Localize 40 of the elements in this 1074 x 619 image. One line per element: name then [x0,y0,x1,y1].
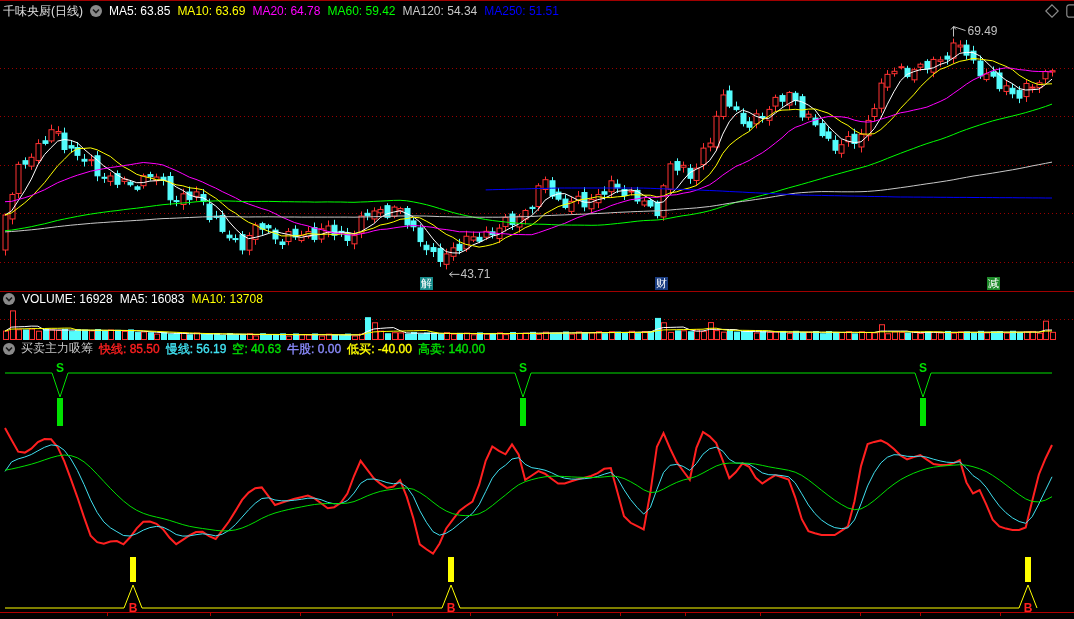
volume-value: VOLUME: 16928 [22,292,113,306]
sell-signal-label: S [919,361,927,375]
event-tag[interactable]: 财 [655,277,668,290]
indicator-value: 空: 40.63 [232,341,282,356]
indicator-value: 低买: -40.00 [347,341,412,356]
high-price-label: 69.49 [967,23,998,38]
ma-value: MA5: 63.85 [109,4,171,18]
chevron-down-icon[interactable] [90,5,102,17]
buy-signal-label: B [446,601,456,612]
low-price-label: 43.71 [460,267,491,282]
indicator-value: 慢线: 56.19 [165,341,227,356]
chevron-down-icon[interactable] [3,293,15,305]
sell-signal-bar [520,398,526,426]
volume-value: MA10: 13708 [191,292,263,306]
buy-signal-bar [130,557,136,582]
sell-signal-label: S [56,361,64,375]
indicator-title: 买卖主力吸筹 [21,341,93,356]
buy-signal-label: B [128,601,138,612]
indicator-value: 牛股: 0.00 [287,341,342,356]
ma-value: MA120: 54.34 [402,4,478,18]
sell-signal-label: S [519,361,527,375]
buy-signal-bar [1025,557,1031,582]
chevron-down-icon[interactable] [3,342,15,355]
leader-line [950,26,966,38]
indicator-value: 高卖: 140.00 [417,341,486,356]
ma-value: MA250: 51.51 [484,4,559,18]
buy-signal-bar [448,557,454,582]
sell-signal-bar [920,398,926,426]
stock-title: 千味央厨(日线) [3,2,83,20]
diamond-icon[interactable] [1045,4,1059,18]
ma-value: MA20: 64.78 [252,4,321,18]
sell-signal-bar [57,398,63,426]
indicator-value: 快线: 85.50 [99,341,160,356]
event-tag[interactable]: 减 [987,277,1000,290]
ma-value: MA10: 63.69 [177,4,246,18]
leader-arrow [449,271,460,278]
ma-value: MA60: 59.42 [327,4,396,18]
buy-signal-label: B [1023,601,1033,612]
volume-value: MA5: 16083 [119,292,185,306]
event-tag[interactable]: 解 [420,277,433,290]
